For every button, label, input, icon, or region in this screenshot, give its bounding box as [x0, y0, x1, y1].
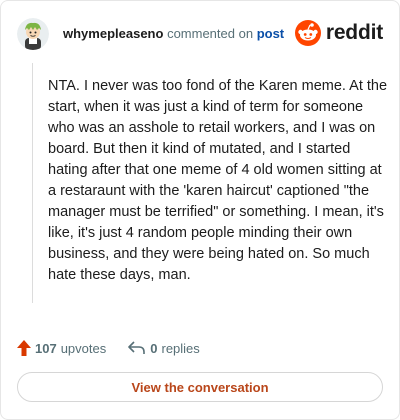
replies-stat[interactable]: 0 replies: [128, 341, 200, 356]
brand-wordmark: reddit: [325, 21, 383, 44]
header-text: whymepleaseno commented on post: [63, 26, 284, 42]
user-avatar[interactable]: [17, 18, 49, 50]
header-verb: commented on: [167, 26, 254, 41]
reply-arrow-icon: [128, 341, 146, 354]
avatar-icon: [17, 18, 49, 50]
reddit-brand[interactable]: reddit: [294, 20, 383, 46]
username-link[interactable]: whymepleaseno: [63, 26, 163, 41]
upvotes-count: 107: [35, 340, 57, 356]
view-conversation-button[interactable]: View the conversation: [17, 372, 383, 402]
upvote-arrow-icon: [17, 340, 31, 356]
comment-card: whymepleaseno commented on post reddit N…: [0, 0, 400, 420]
comment-header: whymepleaseno commented on post reddit: [17, 17, 383, 51]
comment-body: NTA. I never was too fond of the Karen m…: [48, 78, 388, 283]
replies-count: 0: [150, 340, 158, 356]
upvotes-stat[interactable]: 107 upvotes: [17, 340, 106, 356]
replies-label: replies: [161, 340, 200, 356]
comment-footer: 107 upvotes 0 replies: [17, 338, 200, 358]
upvotes-label: upvotes: [60, 340, 107, 356]
reddit-logo-icon: [294, 20, 321, 46]
thread-line: [32, 63, 33, 303]
post-link[interactable]: post: [257, 26, 284, 41]
